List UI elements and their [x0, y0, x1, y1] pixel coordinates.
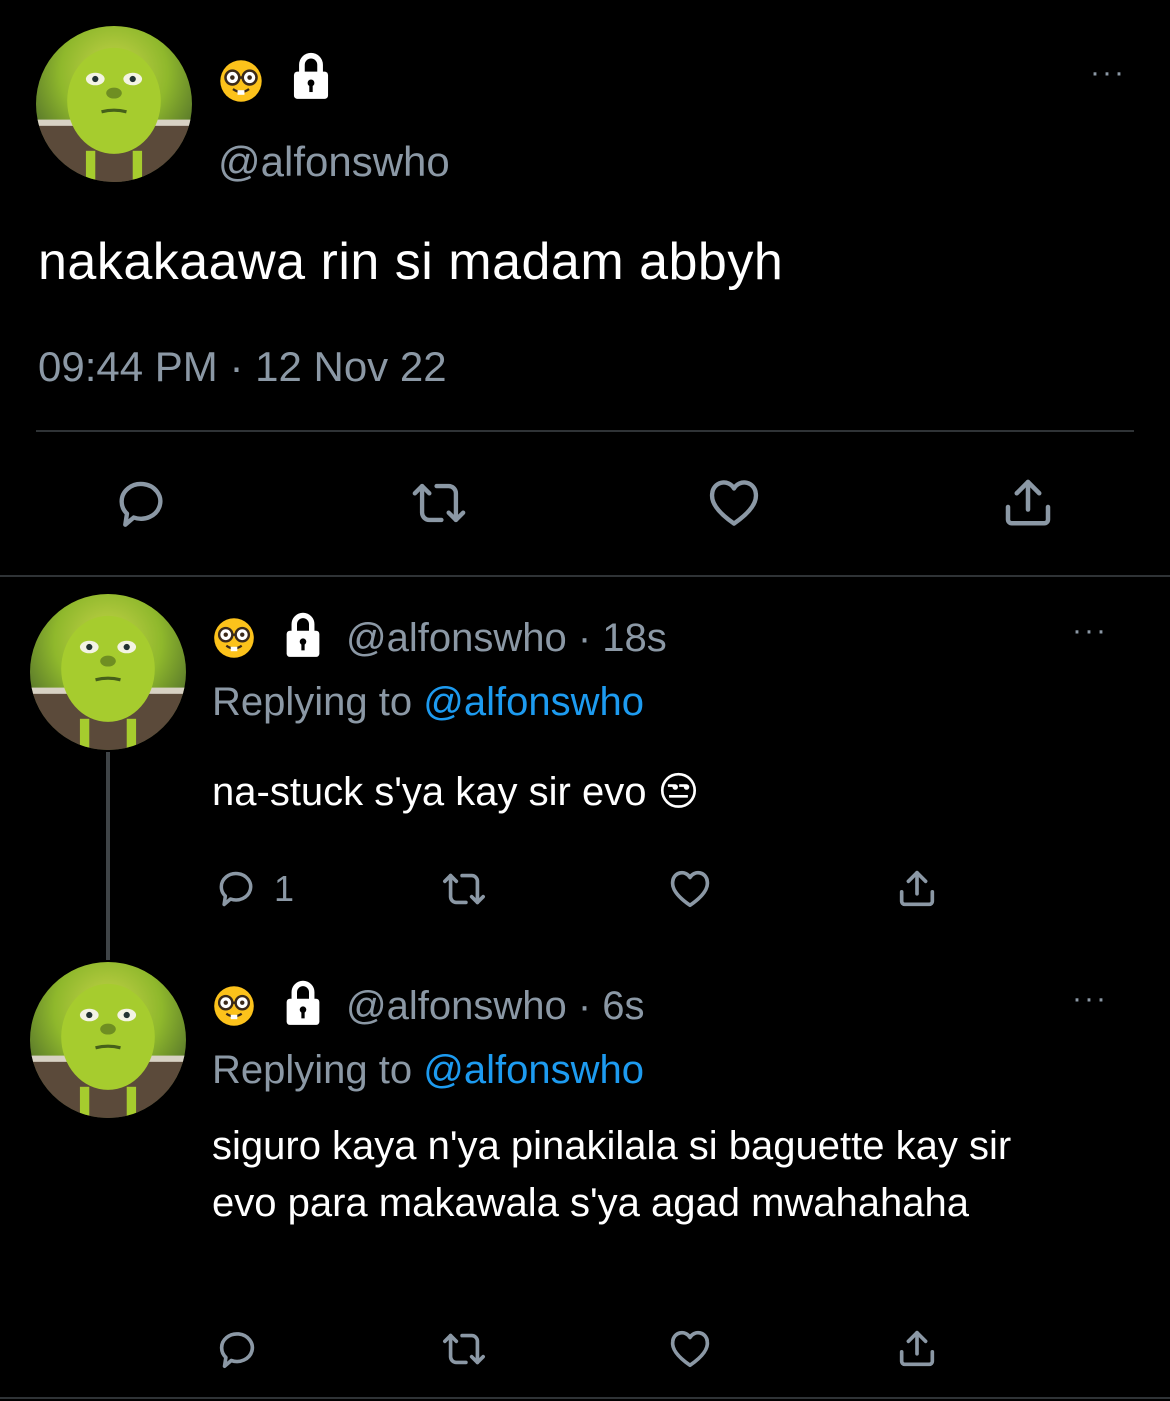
- retweet-icon[interactable]: [404, 474, 474, 532]
- tweet-timestamp[interactable]: 09:44 PM · 12 Nov 22: [38, 343, 447, 391]
- nerd-face-emoji-icon: [212, 616, 256, 660]
- avatar[interactable]: [30, 594, 186, 750]
- reply-count: 1: [274, 868, 295, 909]
- reply-icon[interactable]: [214, 866, 258, 910]
- replying-to-label: Replying to: [212, 1048, 424, 1092]
- share-icon[interactable]: [894, 1324, 940, 1372]
- reply-icon[interactable]: [214, 1326, 260, 1372]
- lock-icon: [280, 978, 326, 1026]
- share-icon[interactable]: [998, 472, 1058, 532]
- reply-handle-time[interactable]: @alfonswho · 6s: [346, 984, 645, 1029]
- replying-to: Replying to @alfonswho: [212, 1048, 644, 1093]
- tweet-text: nakakaawa rin si madam abbyh: [38, 233, 784, 291]
- thread-connector: [106, 752, 110, 960]
- mention-link[interactable]: @alfonswho: [423, 1048, 644, 1092]
- section-divider: [0, 575, 1170, 577]
- more-options-icon[interactable]: ···: [1072, 616, 1108, 646]
- like-icon[interactable]: [666, 866, 714, 912]
- like-icon[interactable]: [666, 1326, 714, 1372]
- reply-handle-time[interactable]: @alfonswho · 18s: [346, 616, 667, 661]
- reply-text: na-stuck s'ya kay sir evo 😒: [212, 770, 700, 814]
- like-icon[interactable]: [704, 474, 764, 532]
- retweet-icon[interactable]: [436, 866, 492, 912]
- lock-icon: [280, 610, 326, 658]
- replying-to-label: Replying to: [212, 680, 424, 724]
- share-icon[interactable]: [894, 864, 940, 912]
- avatar[interactable]: [30, 962, 186, 1118]
- avatar[interactable]: [36, 26, 192, 182]
- reply-text: siguro kaya n'ya pinakilala si baguette …: [212, 1124, 1012, 1225]
- mention-link[interactable]: @alfonswho: [423, 680, 644, 724]
- lock-icon: [288, 50, 334, 100]
- reply-icon[interactable]: [112, 474, 170, 532]
- nerd-face-emoji-icon: [218, 58, 264, 104]
- section-divider: [0, 1397, 1170, 1399]
- more-options-icon[interactable]: ···: [1090, 58, 1126, 88]
- author-handle[interactable]: @alfonswho: [218, 138, 450, 186]
- replying-to: Replying to @alfonswho: [212, 680, 644, 725]
- nerd-face-emoji-icon: [212, 984, 256, 1028]
- more-options-icon[interactable]: ···: [1072, 984, 1108, 1014]
- divider: [36, 430, 1134, 432]
- retweet-icon[interactable]: [436, 1326, 492, 1372]
